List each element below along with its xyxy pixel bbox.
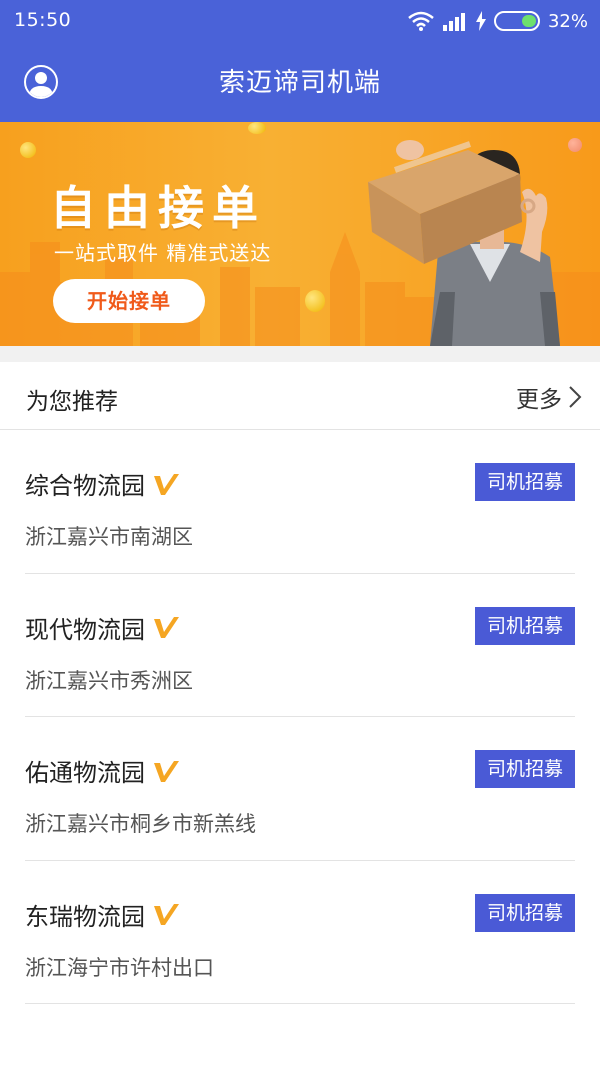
section-divider [0, 346, 600, 362]
coin-decoration [568, 138, 582, 152]
coin-decoration [305, 290, 325, 312]
park-name: 东瑞物流园 [25, 897, 179, 932]
banner-title: 自由接单 [50, 181, 266, 235]
park-address: 浙江嘉兴市秀洲区 [25, 668, 193, 693]
banner-subtitle: 一站式取件 精准式送达 [54, 241, 272, 265]
coin-decoration [20, 142, 36, 158]
park-address: 浙江海宁市许村出口 [25, 955, 214, 980]
more-label: 更多 [516, 387, 562, 413]
list-item[interactable]: 综合物流园 浙江嘉兴市南湖区 司机招募 [25, 430, 575, 574]
list-item[interactable]: 现代物流园 浙江嘉兴市秀洲区 司机招募 [25, 574, 575, 717]
verified-icon [154, 473, 179, 495]
battery-percent: 32% [547, 10, 588, 32]
promo-banner[interactable]: 自由接单 一站式取件 精准式送达 开始接单 [0, 122, 600, 346]
status-icons: 32% [408, 8, 588, 34]
battery-icon [493, 11, 540, 31]
start-order-button[interactable]: 开始接单 [53, 279, 205, 323]
list-item[interactable]: 东瑞物流园 浙江海宁市许村出口 司机招募 [25, 861, 575, 1004]
status-time: 15:50 [14, 9, 72, 31]
verified-icon [154, 760, 179, 782]
park-address: 浙江嘉兴市桐乡市新羔线 [25, 812, 256, 836]
status-bar: 15:50 32% [0, 0, 600, 42]
verified-icon [154, 904, 179, 925]
recommend-title: 为您推荐 [26, 389, 118, 415]
wifi-icon [408, 11, 434, 31]
park-name: 综合物流园 [25, 466, 179, 501]
verified-icon [154, 617, 179, 638]
more-link[interactable]: 更多 [516, 380, 582, 414]
driver-recruit-button[interactable]: 司机招募 [475, 750, 575, 788]
signal-icon [442, 13, 465, 31]
driver-recruit-button[interactable]: 司机招募 [475, 606, 575, 645]
driver-recruit-button[interactable]: 司机招募 [475, 893, 575, 932]
park-address: 浙江嘉兴市南湖区 [25, 525, 193, 549]
page-title: 索迈谛司机端 [218, 68, 381, 98]
coin-decoration [248, 122, 266, 134]
recommend-header: 为您推荐 更多 [0, 362, 600, 430]
logistics-park-list: 综合物流园 浙江嘉兴市南湖区 司机招募 现代物流园 浙江嘉兴市秀洲区 司机招募 … [0, 430, 600, 1004]
chevron-right-icon [569, 386, 582, 408]
list-item[interactable]: 佑通物流园 浙江嘉兴市桐乡市新羔线 司机招募 [25, 717, 575, 861]
app-header: 索迈谛司机端 [0, 42, 600, 122]
driver-recruit-button[interactable]: 司机招募 [475, 463, 575, 501]
charging-icon [475, 11, 486, 31]
park-name: 现代物流园 [25, 610, 179, 645]
park-name: 佑通物流园 [25, 753, 179, 788]
